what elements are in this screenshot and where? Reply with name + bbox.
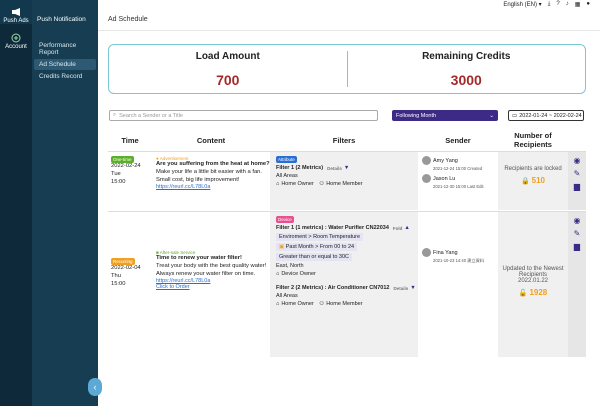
divider	[98, 30, 600, 31]
subnav: Push Notification Performance Report Ad …	[32, 0, 98, 406]
table-header: Time Content Filters Sender Number of Re…	[108, 131, 586, 149]
people-icon: ⚇	[319, 181, 325, 187]
help-icon[interactable]: ?	[556, 1, 559, 7]
chevron-down-icon: ⌄	[489, 112, 494, 119]
avatar	[422, 248, 431, 257]
view-icon[interactable]: ◉	[574, 216, 581, 225]
sender-cell: Fina Yang 2021-10-23 14:40 建立資料	[418, 212, 498, 357]
schedule-badge: Recurring	[111, 258, 135, 265]
date-range-picker[interactable]: ▭ 2022-01-24 ~ 2022-02-24	[508, 110, 584, 121]
language-select[interactable]: English (EN) ▾	[503, 1, 541, 8]
content-cell: ● Advertisement Are you suffering from t…	[156, 156, 270, 191]
collapse-sidebar-button[interactable]: ‹	[88, 378, 102, 396]
stats-card: Load Amount 700 Remaining Credits 3000	[108, 44, 586, 94]
home-icon: ⌂	[276, 271, 280, 277]
sender-cell: Amy Yang 2021-12-24 15:00 Created Jason …	[418, 152, 498, 210]
schedule-badge: One-time	[111, 156, 134, 163]
filters-cell: Device Filter 1 (1 metrics) : Water Puri…	[270, 212, 418, 357]
table-row: Recurring 2022-02-04 Thu 15:00 ■ After-s…	[108, 211, 586, 357]
edit-icon[interactable]: ✎	[574, 169, 581, 178]
avatar[interactable]: ●	[586, 1, 590, 7]
delete-icon[interactable]: ▆	[574, 182, 580, 191]
lock-icon: 🔒	[520, 178, 530, 185]
metric-chip: Greater than or equal to 30C	[276, 253, 353, 261]
view-icon[interactable]: ◉	[574, 156, 581, 165]
recipients-cell: Updated to the Newest Recipients 2022.01…	[498, 212, 568, 357]
delete-icon[interactable]: ▆	[574, 242, 580, 251]
col-filters: Filters	[332, 135, 356, 145]
period-select[interactable]: Following Month ⌄	[392, 110, 498, 121]
triangle-down-icon[interactable]: ▼	[344, 165, 349, 171]
topbar: English (EN) ▾ ⤓ ? ♪ ▦ ●	[98, 0, 600, 8]
fold-link[interactable]: Fold	[393, 226, 403, 231]
app-rail: Push Ads Account	[0, 0, 32, 406]
rail-item-account[interactable]: Account	[0, 24, 32, 50]
metric-chip: Enviroment > Room Temperature	[276, 233, 364, 241]
col-time: Time	[121, 135, 139, 145]
subnav-item-credits-record[interactable]: Credits Record	[34, 71, 96, 82]
col-sender: Sender	[445, 135, 471, 145]
bell-icon[interactable]: ♪	[566, 1, 569, 7]
rail-item-push-ads[interactable]: Push Ads	[0, 0, 32, 24]
filters-cell: Attribute Filter 1 (2 Metrics) Details ▼ A…	[270, 152, 418, 210]
home-icon: ⌂	[276, 301, 280, 307]
calendar-icon: ▭	[512, 112, 518, 119]
grid-icon[interactable]: ▦	[575, 1, 581, 8]
unlock-icon: 🔓	[518, 290, 528, 297]
remaining-credits-stat: Remaining Credits 3000	[346, 51, 586, 88]
people-icon: ⚇	[319, 301, 325, 307]
col-content: Content	[196, 135, 226, 145]
download-icon[interactable]: ⤓	[548, 1, 551, 8]
search-input[interactable]: ⌕ Search a Sender or a Title	[109, 110, 378, 121]
actions-cell: ◉ ✎ ▆	[568, 212, 586, 357]
page-title: Ad Schedule	[108, 16, 148, 23]
table-row: One-time 2022-02-24 Tue 15:00 ● Advertis…	[108, 151, 586, 210]
filter-badge: Device	[276, 216, 294, 223]
metric-chip: ▣ Past Month > From 00 to 24	[276, 243, 358, 251]
triangle-up-icon[interactable]: ▲	[404, 225, 409, 231]
megaphone-icon	[10, 6, 22, 18]
recipients-cell: Recipients are locked 🔒 510	[498, 152, 568, 210]
subnav-item-ad-schedule[interactable]: Ad Schedule	[34, 59, 96, 70]
load-amount-stat: Load Amount 700	[195, 50, 260, 88]
subnav-item-performance-report[interactable]: Performance Report	[34, 40, 96, 58]
time-cell: Recurring 2022-02-04 Thu 15:00	[111, 258, 141, 287]
content-link[interactable]: https://reurl.cc/L78L0a	[156, 184, 270, 190]
filter-badge: Attribute	[276, 156, 297, 163]
time-cell: One-time 2022-02-24 Tue 15:00	[111, 156, 141, 185]
order-link[interactable]: Click to Order	[156, 284, 270, 290]
triangle-down-icon[interactable]: ▼	[410, 285, 415, 291]
avatar	[422, 156, 431, 165]
home-icon: ⌂	[276, 181, 280, 187]
search-icon: ⌕	[113, 112, 117, 118]
details-link[interactable]: Details	[327, 166, 342, 171]
content-cell: ■ After-sale Service Time to renew your …	[152, 212, 270, 357]
details-link[interactable]: Details	[394, 286, 409, 291]
edit-icon[interactable]: ✎	[574, 229, 581, 238]
plus-circle-icon	[10, 32, 22, 44]
col-recipients: Number of Recipients	[514, 131, 552, 149]
actions-cell: ◉ ✎ ▆	[568, 152, 586, 210]
avatar	[422, 174, 431, 183]
subnav-header: Push Notification	[37, 16, 86, 23]
calendar-icon: ▣	[279, 244, 285, 250]
